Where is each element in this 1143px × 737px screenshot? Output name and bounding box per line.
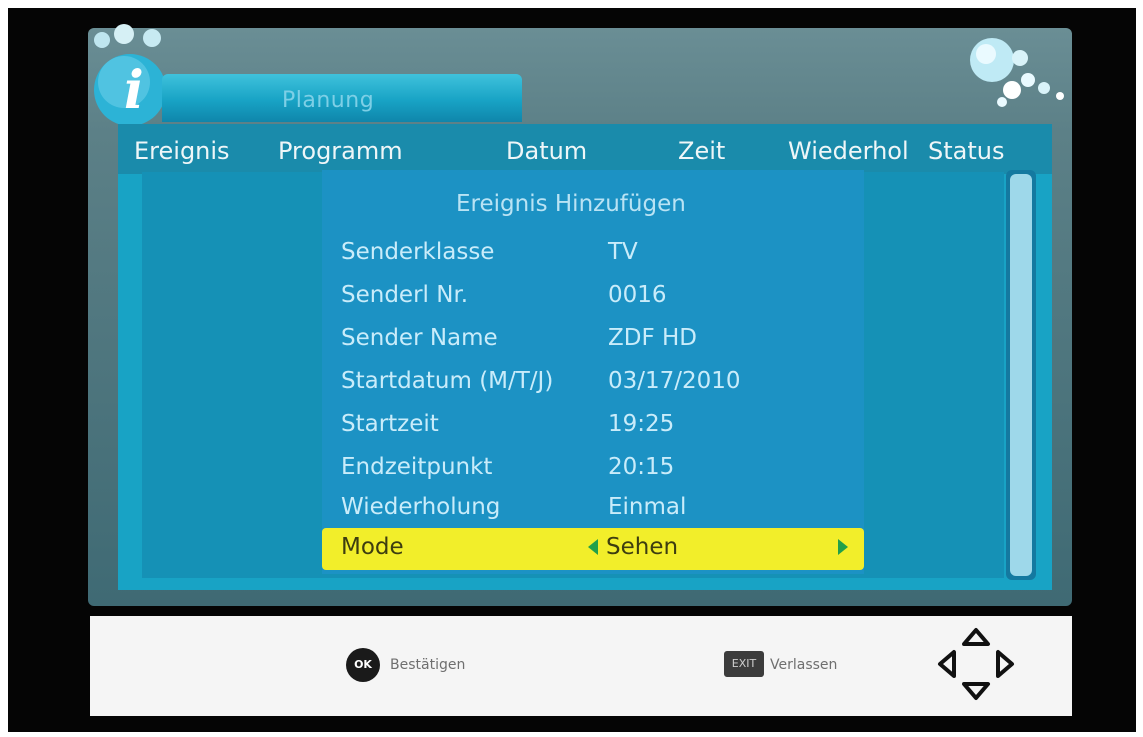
field-value-sender-nr[interactable]: 0016 xyxy=(608,282,667,308)
column-header-ereignis: Ereignis xyxy=(134,137,230,165)
field-label-senderklasse: Senderklasse xyxy=(341,239,495,265)
field-value-startdatum[interactable]: 03/17/2010 xyxy=(608,368,741,394)
column-header-status: Status xyxy=(928,137,1005,165)
field-label-mode: Mode xyxy=(341,534,404,560)
field-label-startzeit: Startzeit xyxy=(341,411,439,437)
arrow-left-icon[interactable] xyxy=(588,539,598,555)
dialog-title: Ereignis Hinzufügen xyxy=(456,191,686,217)
field-value-wiederholung[interactable]: Einmal xyxy=(608,494,686,520)
direction-pad-icon[interactable] xyxy=(936,626,1016,702)
column-header-wiederhol: Wiederhol xyxy=(788,137,909,165)
svg-text:i: i xyxy=(124,60,144,121)
exit-label: Verlassen xyxy=(770,657,838,673)
bubbles-decoration xyxy=(970,38,1064,107)
field-label-sender-name: Sender Name xyxy=(341,325,498,351)
field-value-endzeitpunkt[interactable]: 20:15 xyxy=(608,454,674,480)
page-title: Planung xyxy=(282,88,375,113)
exit-button-icon[interactable]: EXIT xyxy=(724,651,764,677)
field-label-startdatum: Startdatum (M/T/J) xyxy=(341,368,554,394)
field-value-mode[interactable]: Sehen xyxy=(606,534,678,560)
column-header-programm: Programm xyxy=(278,137,403,165)
field-label-endzeitpunkt: Endzeitpunkt xyxy=(341,454,493,480)
ok-button-icon[interactable]: OK xyxy=(346,648,380,682)
column-header-datum: Datum xyxy=(506,137,588,165)
field-value-sender-name[interactable]: ZDF HD xyxy=(608,325,697,351)
field-label-wiederholung: Wiederholung xyxy=(341,494,501,520)
field-value-senderklasse[interactable]: TV xyxy=(608,239,638,265)
footer-help-bar xyxy=(90,616,1072,716)
field-label-sender-nr: Senderl Nr. xyxy=(341,282,469,308)
column-header-zeit: Zeit xyxy=(678,137,726,165)
field-value-startzeit[interactable]: 19:25 xyxy=(608,411,674,437)
confirm-label: Bestätigen xyxy=(390,657,466,673)
arrow-right-icon[interactable] xyxy=(838,539,848,555)
scrollbar-thumb[interactable] xyxy=(1010,174,1032,576)
